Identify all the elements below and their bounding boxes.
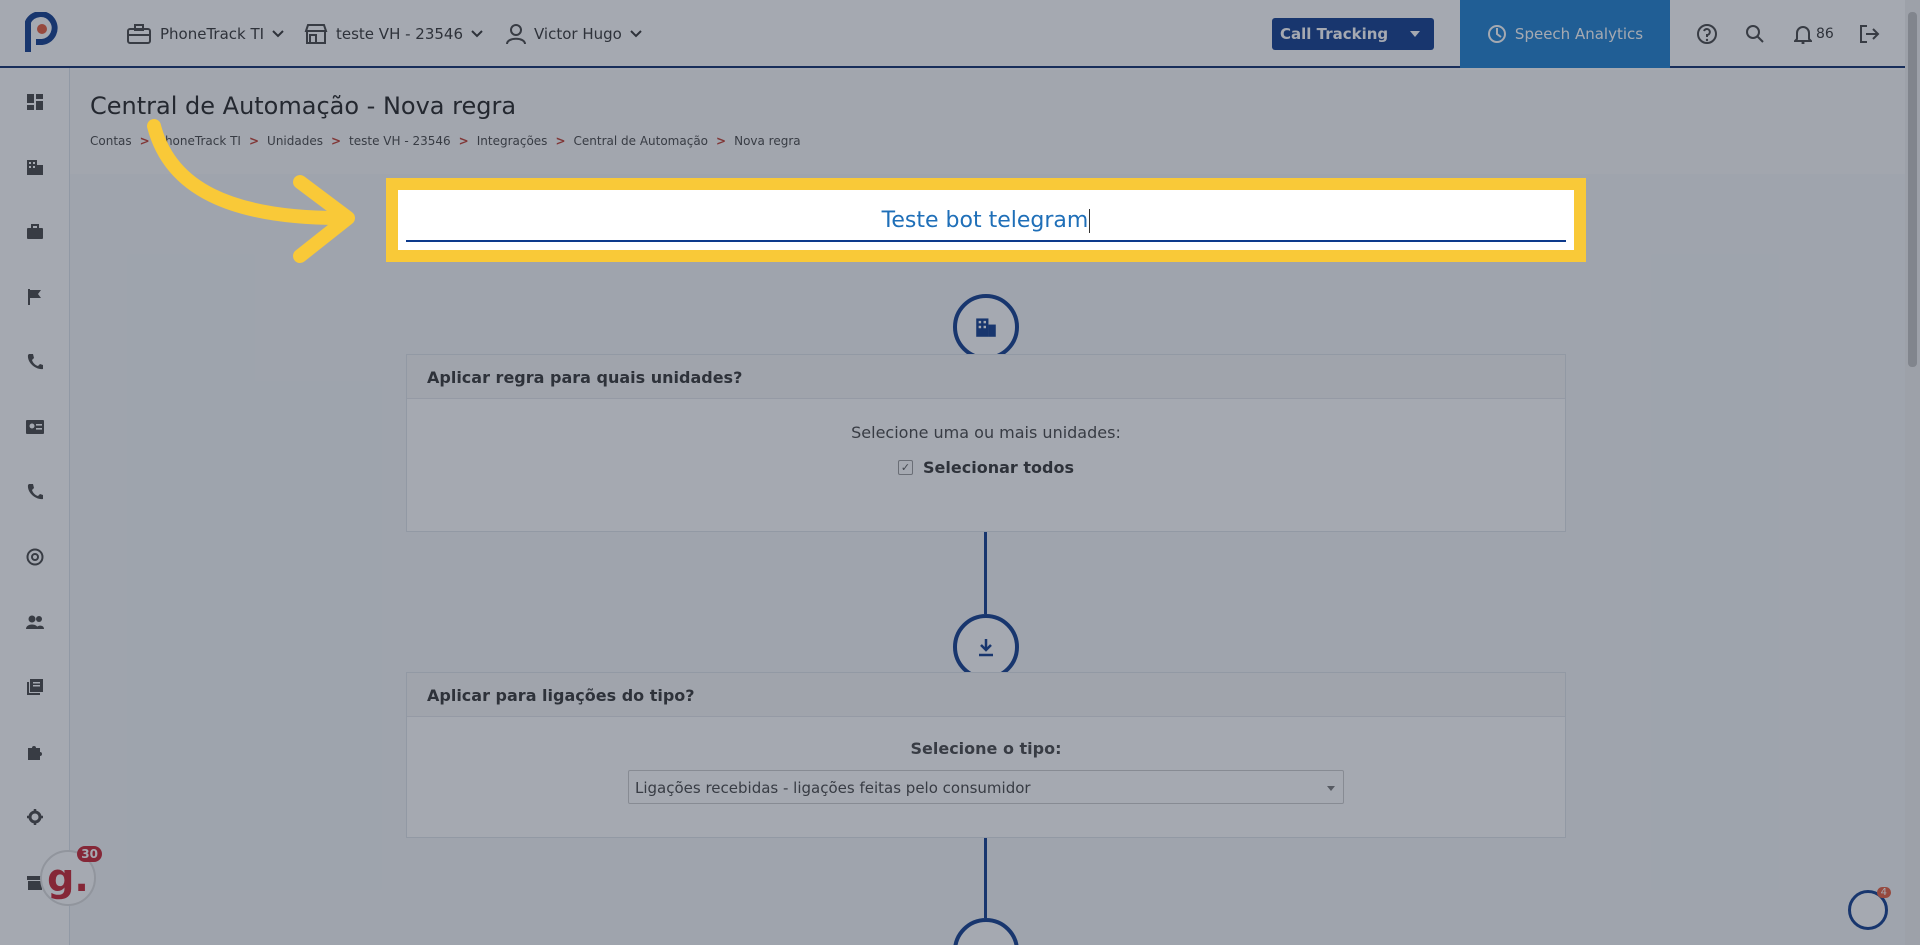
sidebar-item-companies[interactable] <box>23 155 47 179</box>
users-icon <box>26 615 44 629</box>
help-icon <box>1697 24 1717 44</box>
select-all-checkbox[interactable]: ✓ <box>898 460 914 475</box>
call-type-selected: Ligações recebidas - ligações feitas pel… <box>635 779 1031 797</box>
page-title: Central de Automação - Nova regra <box>90 92 517 120</box>
help-button[interactable] <box>1696 20 1718 48</box>
call-type-card-title: Aplicar para ligações do tipo? <box>407 673 1565 717</box>
gear-icon <box>27 809 43 825</box>
chevron-down-icon <box>630 30 642 38</box>
units-card: Aplicar regra para quais unidades? Selec… <box>406 354 1566 532</box>
sidebar-item-dashboard[interactable] <box>23 90 47 114</box>
call-type-step-circle <box>953 614 1019 680</box>
logout-icon <box>1860 25 1880 43</box>
g-widget[interactable]: g. 30 <box>40 846 102 906</box>
sidebar-item-integrations[interactable] <box>23 740 47 764</box>
rule-name-input[interactable]: Teste bot telegram <box>398 208 1574 233</box>
select-all-label: Selecionar todos <box>923 458 1074 477</box>
building-icon <box>976 318 996 337</box>
rule-name-container: Teste bot telegram <box>398 190 1574 250</box>
unit-label: teste VH - 23546 <box>336 25 464 43</box>
search-button[interactable] <box>1744 20 1766 48</box>
call-type-subtitle: Selecione o tipo: <box>910 739 1062 758</box>
call-type-select[interactable]: Ligações recebidas - ligações feitas pel… <box>628 770 1344 804</box>
speech-analytics-tab[interactable]: Speech Analytics <box>1460 0 1670 68</box>
units-card-title: Aplicar regra para quais unidades? <box>407 355 1565 399</box>
units-card-subtitle: Selecione uma ou mais unidades: <box>851 423 1121 442</box>
user-dropdown[interactable]: Victor Hugo <box>506 20 642 48</box>
account-label: PhoneTrack TI <box>160 25 265 43</box>
g-widget-count: 30 <box>77 846 102 862</box>
sidebar-item-campaigns[interactable] <box>23 285 47 309</box>
sidebar-item-reports[interactable] <box>23 675 47 699</box>
scrollbar[interactable] <box>1905 0 1920 945</box>
notifications-count: 86 <box>1816 26 1834 42</box>
flow-connector <box>984 532 987 614</box>
sidebar-item-users[interactable] <box>23 610 47 634</box>
product-select-label: Call Tracking <box>1280 25 1389 43</box>
sidebar-item-phone-numbers[interactable] <box>23 480 47 504</box>
scrollbar-thumb[interactable] <box>1908 12 1917 367</box>
logout-button[interactable] <box>1858 20 1880 48</box>
library-icon <box>27 679 43 695</box>
chevron-down-icon <box>272 30 284 38</box>
breadcrumb-item-integracoes[interactable]: Integrações <box>477 134 548 148</box>
tutorial-arrow-icon <box>147 119 355 263</box>
user-icon <box>506 24 526 45</box>
chevron-down-icon <box>471 30 483 38</box>
sidebar-item-contacts[interactable] <box>23 415 47 439</box>
breadcrumb-item-contas[interactable]: Contas <box>90 134 132 148</box>
store-icon <box>304 24 328 44</box>
caret-down-icon <box>1410 31 1420 37</box>
g-widget-letter: g. <box>47 856 89 900</box>
notifications-button[interactable]: 86 <box>1794 20 1834 48</box>
chat-widget-count: 4 <box>1876 887 1891 898</box>
text-cursor <box>1089 209 1091 233</box>
sidebar <box>0 68 70 945</box>
flow-connector <box>984 838 987 918</box>
briefcase-icon <box>27 224 43 239</box>
rule-name-underline <box>406 240 1566 242</box>
sidebar-item-calls[interactable] <box>23 350 47 374</box>
breadcrumb-separator: > <box>716 134 727 148</box>
unit-dropdown[interactable]: teste VH - 23546 <box>304 20 483 48</box>
user-label: Victor Hugo <box>534 25 622 43</box>
sidebar-item-settings[interactable] <box>23 805 47 829</box>
download-icon <box>979 639 993 657</box>
top-bar: PhoneTrack TI teste VH - 23546 Victor Hu… <box>0 0 1920 68</box>
lifebuoy-icon <box>26 548 44 566</box>
breadcrumb-separator: > <box>458 134 469 148</box>
sidebar-item-support[interactable] <box>23 545 47 569</box>
search-icon <box>1746 25 1764 43</box>
units-step-circle <box>953 294 1019 360</box>
sidebar-item-accounts[interactable] <box>23 220 47 244</box>
speech-analytics-label: Speech Analytics <box>1514 25 1644 43</box>
phone-icon <box>27 354 43 370</box>
briefcase-icon <box>127 24 151 44</box>
product-select[interactable]: Call Tracking <box>1272 18 1434 50</box>
account-dropdown[interactable]: PhoneTrack TI <box>126 20 284 48</box>
dashboard-icon <box>27 94 43 110</box>
caret-down-icon <box>1327 786 1335 791</box>
chat-widget[interactable]: 4 <box>1848 887 1891 930</box>
breadcrumb-item-current: Nova regra <box>734 134 801 148</box>
rule-name-value: Teste bot telegram <box>881 208 1089 233</box>
puzzle-icon <box>28 746 42 760</box>
bell-icon <box>1794 26 1812 44</box>
building-icon <box>27 160 43 175</box>
flag-icon <box>28 289 41 305</box>
call-type-card: Aplicar para ligações do tipo? Selecione… <box>406 672 1566 838</box>
contact-card-icon <box>26 420 44 434</box>
breadcrumb-separator: > <box>555 134 566 148</box>
breadcrumb-item-central[interactable]: Central de Automação <box>574 134 709 148</box>
phonetrack-logo[interactable] <box>20 12 60 56</box>
phone-icon <box>27 484 43 500</box>
speech-analytics-icon <box>1487 25 1506 43</box>
select-all-row[interactable]: ✓ Selecionar todos <box>407 458 1565 477</box>
